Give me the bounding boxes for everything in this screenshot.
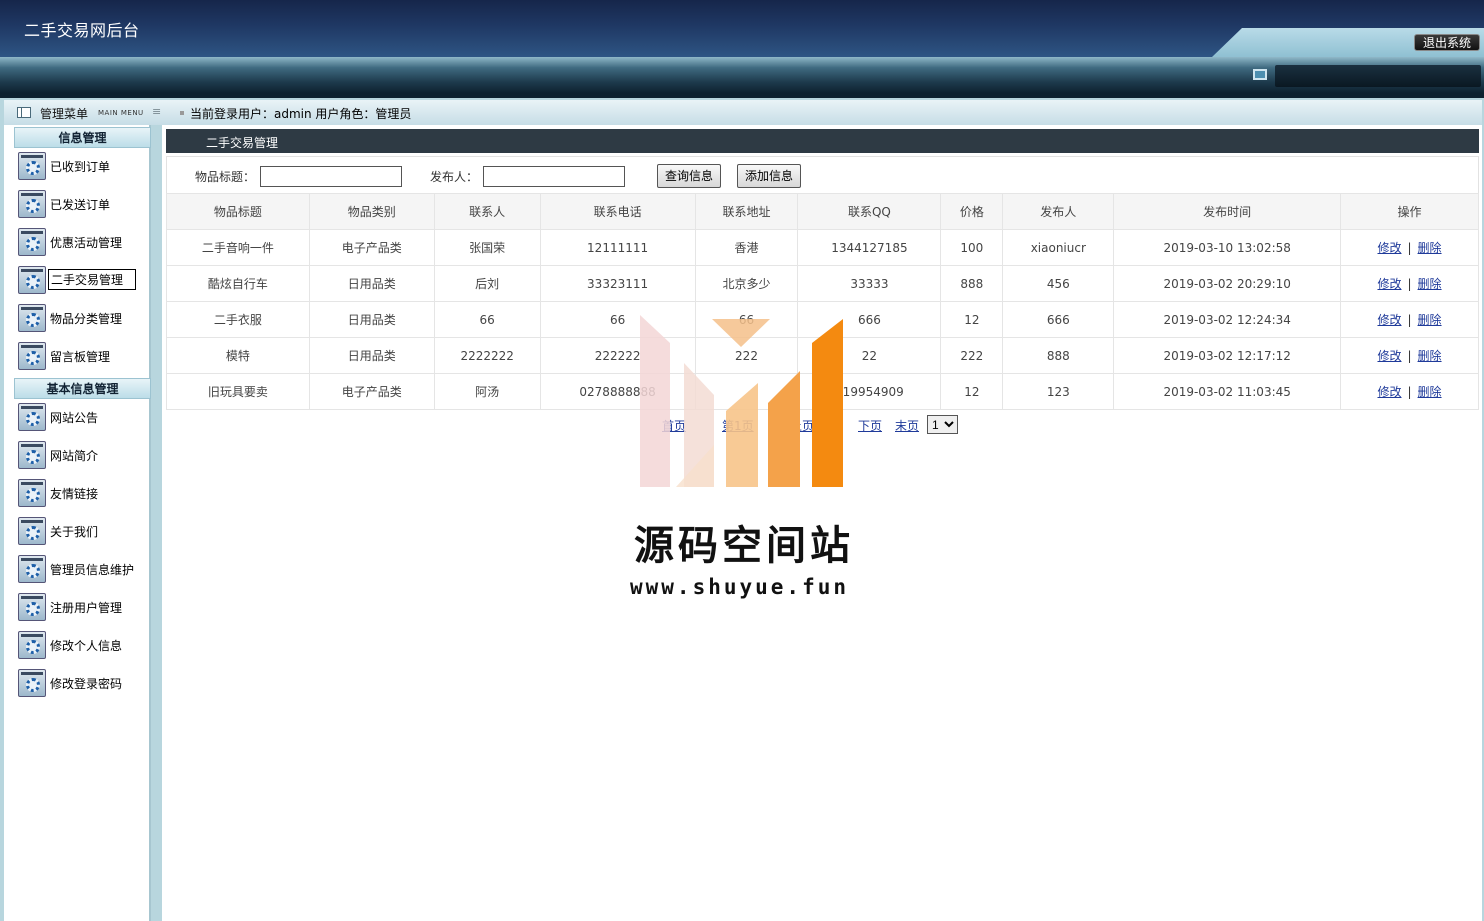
gear-icon bbox=[18, 228, 46, 256]
user-info-bar: 当前登录用户：admin 用户角色：管理员 bbox=[162, 100, 1482, 125]
page-select[interactable]: 1 bbox=[927, 415, 958, 434]
column-header: 联系人 bbox=[433, 193, 541, 230]
title-filter-label: 物品标题： bbox=[195, 170, 256, 184]
sidebar-header-label: 管理菜单 bbox=[40, 107, 89, 121]
content-area: 二手交易管理 物品标题： 发布人： 查询信息 添加信息 物品标题 物品类别 联系… bbox=[162, 125, 1482, 921]
sidebar-item-users[interactable]: 注册用户管理 bbox=[18, 593, 150, 623]
toolbar-strip bbox=[0, 57, 1484, 93]
sidebar-section-basic[interactable]: 基本信息管理 bbox=[14, 378, 151, 399]
gear-icon bbox=[18, 403, 46, 431]
table-row: 二手衣服 日用品类 66 66 66 666 12 666 2019-03-02 12:24:3… bbox=[166, 301, 1479, 338]
column-header: 价格 bbox=[940, 193, 1004, 230]
column-header: 联系电话 bbox=[539, 193, 696, 230]
sidebar-section-info[interactable]: 信息管理 bbox=[14, 127, 151, 148]
sidebar-item-received-orders[interactable]: 已收到订单 bbox=[18, 152, 150, 182]
sidebar-item-links[interactable]: 友情链接 bbox=[18, 479, 150, 509]
table-row: 模特 日用品类 2222222 222222 222 22 222 888 2019-03-02… bbox=[166, 337, 1479, 374]
edit-link[interactable]: 修改 bbox=[1377, 385, 1401, 399]
column-header: 操作 bbox=[1340, 193, 1479, 230]
sidebar-item-about[interactable]: 关于我们 bbox=[18, 517, 150, 547]
publisher-filter-label: 发布人： bbox=[430, 170, 479, 184]
column-header: 发布时间 bbox=[1113, 193, 1342, 230]
sidebar-item-profile[interactable]: 修改个人信息 bbox=[18, 631, 150, 661]
panel-title: 二手交易管理 bbox=[166, 129, 1479, 153]
column-header: 物品类别 bbox=[308, 193, 435, 230]
sidebar-item-admin-info[interactable]: 管理员信息维护 bbox=[18, 555, 150, 585]
sidebar-item-promotions[interactable]: 优惠活动管理 bbox=[18, 228, 150, 258]
publisher-filter-input[interactable] bbox=[483, 166, 625, 187]
first-page-link[interactable]: 首页 bbox=[662, 417, 686, 434]
gear-icon bbox=[18, 593, 46, 621]
monitor-icon bbox=[1253, 69, 1267, 80]
edit-link[interactable]: 修改 bbox=[1377, 241, 1401, 255]
next-page-link[interactable]: 下页 bbox=[858, 417, 882, 434]
gear-icon bbox=[18, 555, 46, 583]
gear-icon bbox=[18, 631, 46, 659]
current-user-text: 当前登录用户：admin 用户角色：管理员 bbox=[190, 107, 412, 121]
sidebar-item-announcements[interactable]: 网站公告 bbox=[18, 403, 150, 433]
sidebar-item-password[interactable]: 修改登录密码 bbox=[18, 669, 150, 699]
sidebar-item-guestbook[interactable]: 留言板管理 bbox=[18, 342, 150, 372]
delete-link[interactable]: 删除 bbox=[1418, 349, 1442, 363]
delete-link[interactable]: 删除 bbox=[1418, 313, 1442, 327]
collapse-icon[interactable]: ≡ bbox=[152, 106, 162, 118]
table-header-row: 物品标题 物品类别 联系人 联系电话 联系地址 联系QQ 价格 发布人 发布时间… bbox=[166, 193, 1479, 230]
gear-icon bbox=[18, 304, 46, 332]
menu-icon bbox=[17, 107, 31, 118]
column-header: 联系地址 bbox=[694, 193, 799, 230]
trades-table: 物品标题 物品类别 联系人 联系电话 联系地址 联系QQ 价格 发布人 发布时间… bbox=[166, 193, 1479, 410]
gear-icon bbox=[18, 190, 46, 218]
gear-icon bbox=[18, 441, 46, 469]
bullet-icon bbox=[180, 111, 184, 115]
last-page-link[interactable]: 末页 bbox=[895, 417, 919, 434]
delete-link[interactable]: 删除 bbox=[1418, 277, 1442, 291]
sidebar-item-site-intro[interactable]: 网站简介 bbox=[18, 441, 150, 471]
edit-link[interactable]: 修改 bbox=[1377, 313, 1401, 327]
column-header: 联系QQ bbox=[797, 193, 942, 230]
column-header: 物品标题 bbox=[166, 193, 310, 230]
gear-icon bbox=[18, 266, 46, 294]
table-row: 二手音响一件 电子产品类 张国荣 12111111 香港 1344127185 100 xia… bbox=[166, 229, 1479, 266]
delete-link[interactable]: 删除 bbox=[1418, 241, 1442, 255]
status-box bbox=[1275, 65, 1481, 87]
title-filter-input[interactable] bbox=[260, 166, 402, 187]
sidebar-item-categories[interactable]: 物品分类管理 bbox=[18, 304, 150, 334]
app-title: 二手交易网后台 bbox=[24, 21, 140, 40]
edit-link[interactable]: 修改 bbox=[1377, 277, 1401, 291]
top-banner: 二手交易网后台 退出系统 bbox=[0, 0, 1484, 57]
query-button[interactable]: 查询信息 bbox=[657, 164, 722, 188]
filter-bar: 物品标题： 发布人： 查询信息 添加信息 bbox=[166, 156, 1479, 194]
table-row: 旧玩具要卖 电子产品类 阿汤 0278888888 619954909 12 123 2019… bbox=[166, 373, 1479, 410]
edit-link[interactable]: 修改 bbox=[1377, 349, 1401, 363]
logout-button[interactable]: 退出系统 bbox=[1413, 34, 1480, 51]
add-button[interactable]: 添加信息 bbox=[737, 164, 802, 188]
sidebar-item-secondhand-trades[interactable]: 二手交易管理 bbox=[18, 266, 150, 296]
sidebar-header: 管理菜单 MAIN MENU ≡ bbox=[4, 100, 162, 125]
page-indicator: 第1页 bbox=[722, 419, 754, 433]
column-header: 发布人 bbox=[1002, 193, 1115, 230]
gear-icon bbox=[18, 479, 46, 507]
gear-icon bbox=[18, 152, 46, 180]
sidebar: 信息管理 已收到订单 已发送订单 优惠活动管理 二手交易管理 物品分类管理 留言… bbox=[4, 125, 151, 921]
delete-link[interactable]: 删除 bbox=[1418, 385, 1442, 399]
gear-icon bbox=[18, 669, 46, 697]
gear-icon bbox=[18, 517, 46, 545]
table-row: 酷炫自行车 日用品类 后刘 33323111 北京多少 33333 888 456 2019-0… bbox=[166, 265, 1479, 302]
prev-page-link[interactable]: 上页 bbox=[790, 417, 814, 434]
sidebar-item-sent-orders[interactable]: 已发送订单 bbox=[18, 190, 150, 220]
gear-icon bbox=[18, 342, 46, 370]
sidebar-header-sub: MAIN MENU bbox=[98, 109, 144, 117]
